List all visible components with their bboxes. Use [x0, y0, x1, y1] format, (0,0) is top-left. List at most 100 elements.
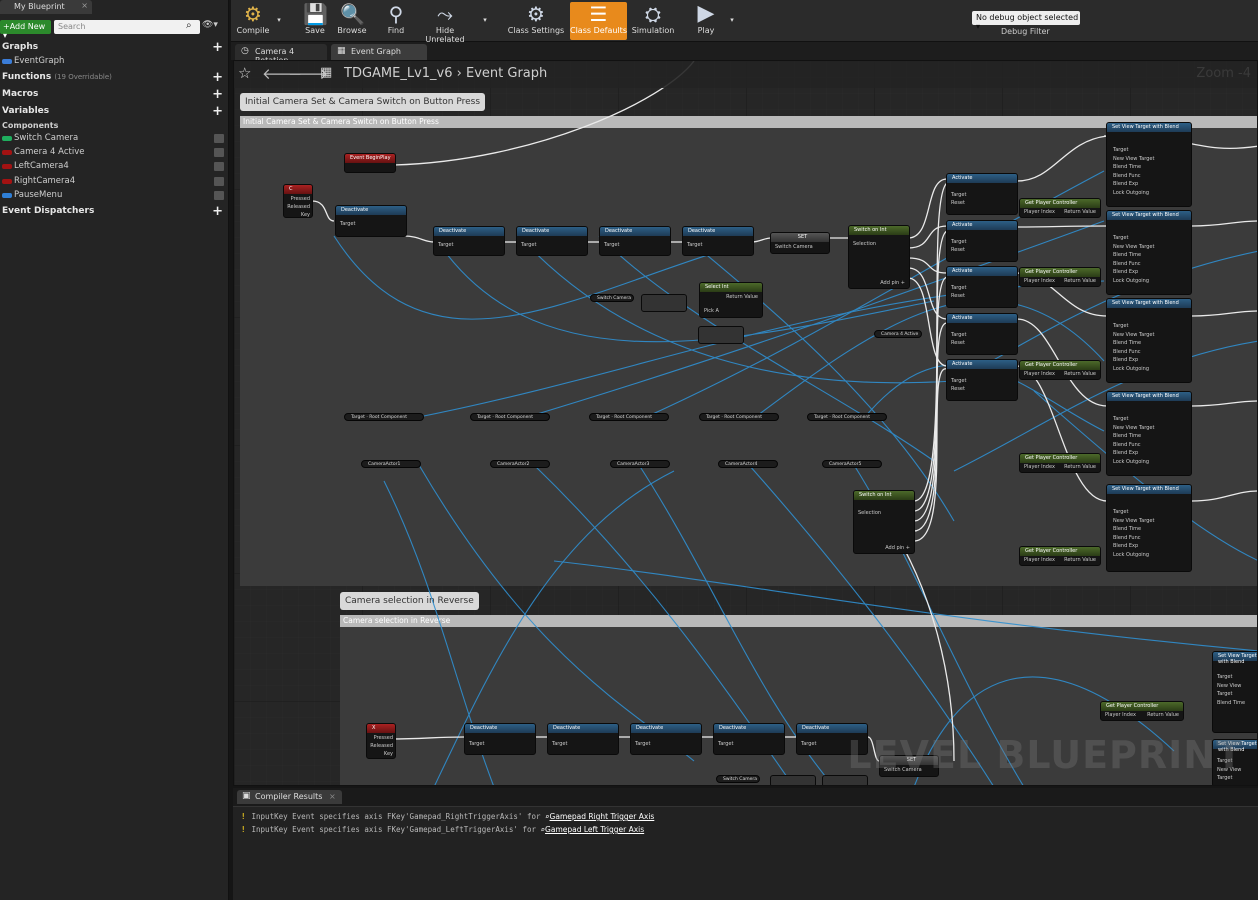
visibility-toggle[interactable] — [214, 191, 224, 200]
warning-link[interactable]: Gamepad Left Trigger Axis — [545, 825, 644, 834]
get-player-controller-node[interactable]: Get Player Controller Player Index Return… — [1100, 701, 1184, 721]
variable-item[interactable]: Camera 4 Active — [0, 146, 229, 160]
search-input[interactable]: Search — [54, 20, 200, 34]
compiler-results-tab[interactable]: ▣ Compiler Results × — [237, 790, 342, 804]
event-graph-item[interactable]: EventGraph — [0, 55, 229, 69]
warning-link[interactable]: Gamepad Right Trigger Axis — [550, 812, 655, 821]
hide-unrelated-dropdown[interactable]: ▾ — [479, 2, 491, 40]
event-begin-play-node[interactable]: Event BeginPlay — [344, 153, 396, 173]
deactivate-node[interactable]: Deactivate Target — [713, 723, 785, 755]
math-node[interactable] — [641, 294, 687, 312]
deactivate-node[interactable]: Deactivate Target — [547, 723, 619, 755]
activate-node[interactable]: Activate Target Reset — [946, 359, 1018, 401]
view-options-eye-icon[interactable]: 👁▾ — [202, 20, 226, 34]
add-function-icon[interactable]: + — [212, 70, 223, 85]
variable-item[interactable]: PauseMenu — [0, 189, 229, 203]
find-button[interactable]: ⚲ Find — [381, 2, 411, 40]
my-blueprint-tab[interactable]: My Blueprint × — [0, 0, 92, 14]
deactivate-node[interactable]: Deactivate Target — [335, 205, 407, 237]
breadcrumb-graph[interactable]: Event Graph — [466, 66, 547, 81]
add-graph-icon[interactable]: + — [212, 40, 223, 55]
deactivate-node[interactable]: Deactivate Target — [599, 226, 671, 256]
deactivate-node[interactable]: Deactivate Target — [682, 226, 754, 256]
compare-node[interactable] — [698, 326, 744, 344]
set-view-target-node[interactable]: Set View Target with Blend Target New View… — [1106, 122, 1192, 207]
search-icon[interactable]: ⌕ — [186, 20, 200, 34]
camera-actor-reference[interactable]: CameraActor2 — [490, 460, 550, 468]
debug-object-select[interactable]: No debug object selected ▾ — [972, 11, 1080, 31]
switch-camera-getter[interactable]: Switch Camera — [716, 775, 760, 783]
deactivate-node[interactable]: Deactivate Target — [433, 226, 505, 256]
activate-node[interactable]: Activate Target Reset — [946, 266, 1018, 308]
select-int-node[interactable]: Select Int Return Value Pick A — [699, 282, 763, 318]
visibility-toggle[interactable] — [214, 162, 224, 171]
set-view-target-node[interactable]: Set View Target with Blend Target New View… — [1106, 391, 1192, 476]
visibility-toggle[interactable] — [214, 134, 224, 143]
play-button[interactable]: ▶ Play — [689, 2, 723, 40]
compile-button[interactable]: ⚙ Compile — [233, 2, 273, 40]
class-defaults-button[interactable]: ☰ Class Defaults — [570, 2, 627, 40]
macros-section[interactable]: Macros + — [0, 87, 229, 103]
close-tab-icon[interactable]: × — [81, 1, 88, 10]
add-new-button[interactable]: +Add New ▾ — [0, 20, 51, 40]
variable-item[interactable]: Switch Camera — [0, 132, 229, 146]
compile-options-dropdown[interactable]: ▾ — [273, 2, 285, 40]
switch-on-int-node[interactable]: Switch on Int Selection Add pin + — [848, 225, 910, 289]
get-player-controller-node[interactable]: Get Player Controller Player Index Return… — [1019, 267, 1101, 287]
event-graph-canvas[interactable]: Initial Camera Set & Camera Switch on Bu… — [233, 60, 1258, 786]
get-player-controller-node[interactable]: Get Player Controller Player Index Return… — [1019, 360, 1101, 380]
deactivate-node[interactable]: Deactivate Target — [516, 226, 588, 256]
get-player-controller-node[interactable]: Get Player Controller Player Index Return… — [1019, 546, 1101, 566]
set-view-target-node[interactable]: Set View Target with Blend Target New View… — [1106, 210, 1192, 295]
event-dispatchers-section[interactable]: Event Dispatchers + — [0, 204, 229, 220]
root-component-node[interactable]: Target · Root Component — [699, 413, 779, 421]
add-variable-icon[interactable]: + — [212, 104, 223, 119]
visibility-toggle[interactable] — [214, 177, 224, 186]
play-options-dropdown[interactable]: ▾ — [727, 2, 737, 40]
camera-actor-reference[interactable]: CameraActor4 — [718, 460, 778, 468]
set-view-target-node[interactable]: Set View Target with Blend Target New View… — [1212, 651, 1257, 733]
root-component-node[interactable]: Target · Root Component — [344, 413, 424, 421]
browse-button[interactable]: 🔍 Browse — [335, 2, 369, 40]
set-view-target-node[interactable]: Set View Target with Blend Target New View… — [1106, 298, 1192, 383]
favorite-star-icon[interactable]: ☆ — [238, 64, 251, 82]
close-tab-icon[interactable]: × — [329, 792, 336, 801]
math-node[interactable] — [770, 775, 816, 785]
root-component-node[interactable]: Target · Root Component — [807, 413, 887, 421]
get-player-controller-node[interactable]: Get Player Controller Player Index Return… — [1019, 453, 1101, 473]
root-component-node[interactable]: Target · Root Component — [470, 413, 550, 421]
camera4-active-getter[interactable]: Camera 4 Active — [874, 330, 922, 338]
add-pin-button[interactable]: Add pin + — [880, 280, 905, 286]
functions-section[interactable]: Functions (19 Overridable) + — [0, 70, 229, 86]
deactivate-node[interactable]: Deactivate Target — [464, 723, 536, 755]
add-macro-icon[interactable]: + — [212, 87, 223, 102]
set-switch-camera-node[interactable]: SET Switch Camera — [770, 232, 830, 254]
activate-node[interactable]: Activate Target Reset — [946, 220, 1018, 262]
variable-item[interactable]: LeftCamera4 — [0, 160, 229, 174]
variables-section[interactable]: Variables + — [0, 104, 229, 120]
camera-actor-reference[interactable]: CameraActor5 — [822, 460, 882, 468]
root-component-node[interactable]: Target · Root Component — [589, 413, 669, 421]
variable-item[interactable]: RightCamera4 — [0, 175, 229, 189]
camera-actor-reference[interactable]: CameraActor1 — [361, 460, 421, 468]
class-settings-button[interactable]: ⚙ Class Settings — [507, 2, 565, 40]
camera-actor-reference[interactable]: CameraActor3 — [610, 460, 670, 468]
add-dispatcher-icon[interactable]: + — [212, 204, 223, 219]
input-key-x-node[interactable]: X Pressed Released Key — [366, 723, 396, 759]
save-button[interactable]: 💾 Save — [301, 2, 329, 40]
simulation-button[interactable]: ⛭ Simulation — [631, 2, 675, 40]
set-view-target-node[interactable]: Set View Target with Blend Target New View… — [1106, 484, 1192, 572]
tab-camera-4-rotation[interactable]: ◷Camera 4 Rotation — [235, 44, 327, 65]
switch-on-int-node[interactable]: Switch on Int Selection Add pin + — [853, 490, 915, 554]
activate-node[interactable]: Activate Target Reset — [946, 173, 1018, 215]
switch-camera-getter[interactable]: Switch Camera — [590, 294, 634, 302]
graphs-section[interactable]: Graphs + — [0, 40, 229, 56]
input-key-c-node[interactable]: C Pressed Released Key — [283, 184, 313, 218]
deactivate-node[interactable]: Deactivate Target — [630, 723, 702, 755]
breadcrumb-level[interactable]: TDGAME_Lv1_v6 — [344, 66, 453, 81]
visibility-toggle[interactable] — [214, 148, 224, 157]
hide-unrelated-button[interactable]: ⤳ Hide Unrelated — [417, 2, 473, 44]
tab-event-graph[interactable]: ▦ Event Graph — [331, 44, 427, 60]
add-pin-button[interactable]: Add pin + — [885, 545, 910, 551]
activate-node[interactable]: Activate Target Reset — [946, 313, 1018, 355]
